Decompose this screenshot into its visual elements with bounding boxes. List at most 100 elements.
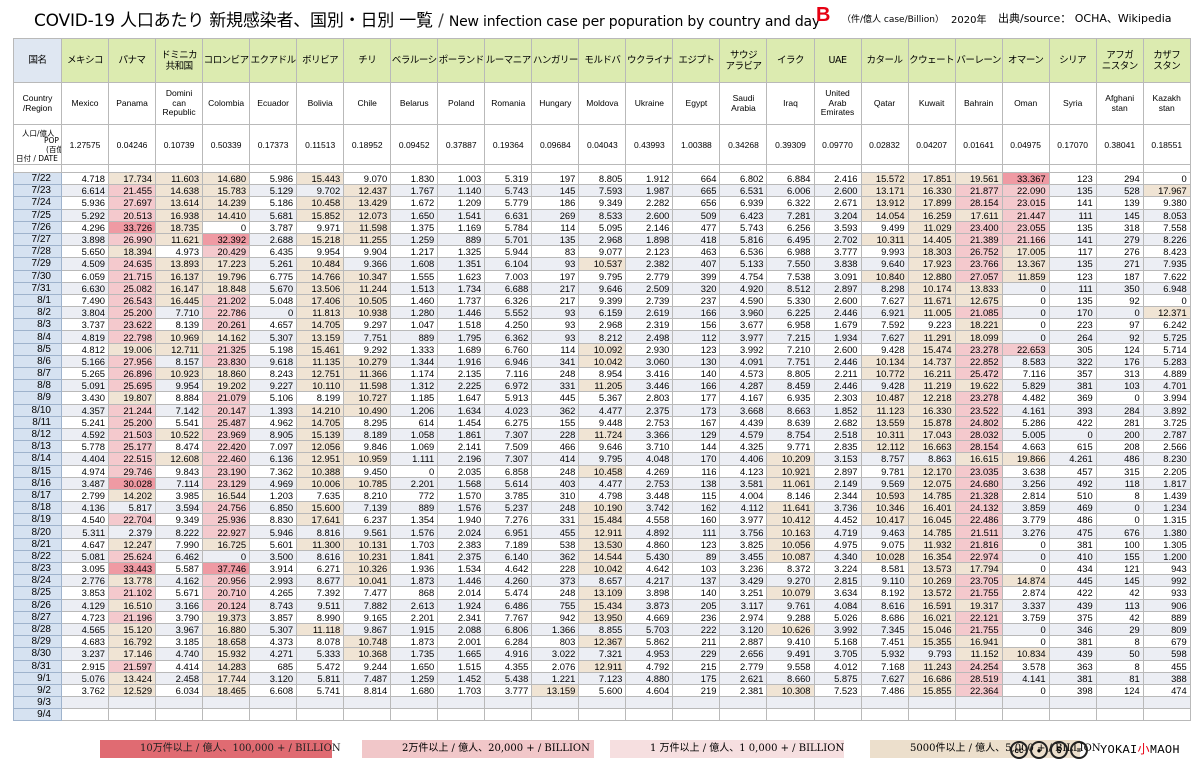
value-cell: 7.114 bbox=[155, 476, 204, 490]
value-cell: 486 bbox=[1048, 513, 1097, 527]
value-cell: 3.455 bbox=[719, 549, 768, 564]
value-cell: 1.069 bbox=[390, 440, 439, 454]
value-cell: 5.614 bbox=[484, 476, 533, 490]
value-cell: 13.367 bbox=[1001, 257, 1050, 271]
value-cell: 5.817 bbox=[108, 501, 157, 515]
country-name-jp: チリ bbox=[343, 38, 392, 83]
country-name-en: Moldova bbox=[578, 82, 627, 125]
value-cell: 145 bbox=[1095, 574, 1144, 588]
value-cell: 10.308 bbox=[766, 683, 815, 698]
country-name-jp: エジプト bbox=[672, 38, 721, 83]
value-cell: 4.792 bbox=[625, 659, 674, 673]
value-cell: 9.771 bbox=[766, 440, 815, 454]
value-cell: 2.739 bbox=[625, 293, 674, 308]
value-cell: 14.239 bbox=[202, 196, 251, 210]
value-cell: 2.076 bbox=[531, 659, 580, 673]
value-cell: 5.026 bbox=[813, 610, 862, 624]
value-cell bbox=[1095, 708, 1144, 722]
value-cell: 6.948 bbox=[1142, 281, 1191, 295]
value-cell: 19.622 bbox=[954, 379, 1003, 393]
value-cell: 1.351 bbox=[437, 257, 486, 271]
value-cell: 211 bbox=[672, 635, 721, 649]
value-cell: 5.829 bbox=[1001, 379, 1050, 393]
value-cell: 4.975 bbox=[813, 537, 862, 551]
value-cell: 217 bbox=[531, 281, 580, 295]
value-cell: 14.638 bbox=[155, 184, 204, 198]
value-cell: 0 bbox=[1095, 306, 1144, 320]
value-cell: 7.990 bbox=[155, 537, 204, 551]
value-cell: 13.912 bbox=[860, 196, 909, 210]
value-cell: 6.006 bbox=[766, 184, 815, 198]
value-cell: 4.974 bbox=[60, 464, 110, 478]
country-name-jp: メキシコ bbox=[60, 38, 110, 83]
value-cell: 8 bbox=[1095, 635, 1144, 649]
value-cell: 18.303 bbox=[907, 245, 956, 259]
value-cell: 8.743 bbox=[249, 598, 298, 612]
value-cell: 14.874 bbox=[1001, 574, 1050, 588]
value-cell: 294 bbox=[1095, 171, 1144, 186]
value-cell: 89 bbox=[672, 549, 721, 564]
value-cell: 3.276 bbox=[1001, 525, 1050, 539]
value-cell: 9.954 bbox=[296, 245, 345, 259]
value-cell: 8.210 bbox=[343, 488, 392, 503]
value-cell: 4.740 bbox=[155, 647, 204, 661]
value-cell: 16.401 bbox=[907, 501, 956, 515]
table-row: 8/14 4.404 22.515 12.608 22.460 6.136 12.951 10… bbox=[13, 452, 1191, 466]
value-cell: 15.878 bbox=[907, 415, 956, 429]
value-cell: 656 bbox=[672, 196, 721, 210]
value-cell: 1.830 bbox=[390, 171, 439, 186]
value-cell: 4.269 bbox=[625, 464, 674, 478]
country-name-en: Saudi Arabia bbox=[719, 82, 768, 125]
value-cell: 10.311 bbox=[860, 232, 909, 247]
value-cell: 1.680 bbox=[390, 683, 439, 698]
value-cell: 5.307 bbox=[249, 622, 298, 637]
country-population: 0.10739 bbox=[155, 124, 204, 165]
value-cell: 4.129 bbox=[60, 598, 110, 612]
value-cell: 4.325 bbox=[719, 440, 768, 454]
value-cell: 23.055 bbox=[1001, 220, 1050, 234]
value-cell: 3.762 bbox=[60, 683, 110, 698]
value-cell bbox=[1048, 696, 1097, 710]
value-cell: 1.735 bbox=[390, 647, 439, 661]
value-cell: 3.804 bbox=[60, 306, 110, 320]
value-cell: 4.812 bbox=[60, 342, 110, 356]
value-cell: 18.221 bbox=[954, 318, 1003, 332]
value-cell: 4.916 bbox=[484, 647, 533, 661]
value-cell: 93 bbox=[531, 306, 580, 320]
value-cell: 0 bbox=[1142, 293, 1191, 308]
value-cell: 8.990 bbox=[296, 610, 345, 624]
value-cell: 4.296 bbox=[60, 220, 110, 234]
value-cell: 13.950 bbox=[578, 610, 627, 624]
value-cell: 4.482 bbox=[1001, 391, 1050, 405]
value-cell: 9.223 bbox=[907, 318, 956, 332]
value-cell: 8.298 bbox=[860, 281, 909, 295]
value-cell: 13.559 bbox=[860, 415, 909, 429]
value-cell: 1.679 bbox=[813, 318, 862, 332]
value-cell: 9.270 bbox=[766, 574, 815, 588]
value-cell: 5.778 bbox=[60, 440, 110, 454]
value-cell: 11.243 bbox=[907, 659, 956, 673]
value-cell: 7.142 bbox=[155, 403, 204, 417]
value-cell: 13.159 bbox=[531, 683, 580, 698]
value-cell bbox=[155, 696, 204, 710]
value-cell: 23.622 bbox=[108, 318, 157, 332]
value-cell: 6.935 bbox=[766, 391, 815, 405]
value-cell: 455 bbox=[531, 525, 580, 539]
value-cell bbox=[719, 696, 768, 710]
country-name-jp: カザフ スタン bbox=[1142, 38, 1191, 83]
value-cell: 5.307 bbox=[249, 330, 298, 344]
by-icon: ● bbox=[1030, 741, 1048, 759]
value-cell: 17.744 bbox=[202, 671, 251, 685]
value-cell: 10.311 bbox=[860, 427, 909, 442]
gap-cell bbox=[60, 164, 110, 173]
value-cell: 30.028 bbox=[108, 476, 157, 490]
value-cell: 9.297 bbox=[343, 318, 392, 332]
value-cell: 92 bbox=[1095, 330, 1144, 344]
table-row: 7/28 5.650 18.394 4.973 20.429 6.435 9.954 9.90… bbox=[13, 245, 1191, 259]
value-cell: 10.969 bbox=[155, 330, 204, 344]
date-cell: 8/20 bbox=[13, 525, 62, 539]
value-cell: 474 bbox=[1142, 683, 1191, 698]
value-cell: 16.354 bbox=[907, 549, 956, 564]
country-population: 0.39309 bbox=[766, 124, 815, 165]
value-cell: 8.657 bbox=[578, 574, 627, 588]
